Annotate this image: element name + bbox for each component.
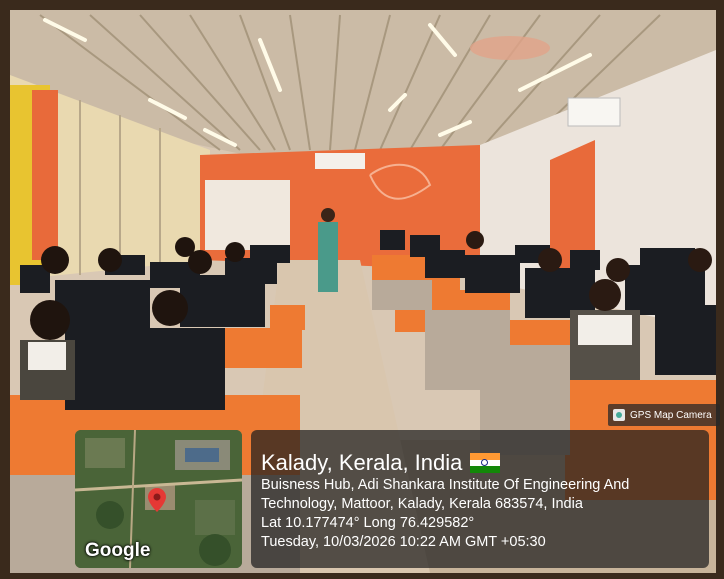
ac-unit xyxy=(315,153,365,169)
geotag-overlay: Google Kalady, Kerala, India Buisness Hu… xyxy=(75,430,711,570)
city-line: Kalady, Kerala, India xyxy=(261,450,463,475)
address-line-1: Buisness Hub, Adi Shankara Institute Of … xyxy=(261,477,630,493)
india-flag-icon xyxy=(470,453,501,473)
address-line-2: Technology, Mattoor, Kalady, Kerala 6835… xyxy=(261,496,583,512)
photo-frame: GPS Map Camera Google Kalady, Kerala, In… xyxy=(0,0,724,579)
location-info-panel: Kalady, Kerala, India Buisness Hub, Adi … xyxy=(251,430,709,568)
gps-map-camera-badge: GPS Map Camera xyxy=(608,404,720,426)
ac-unit-right xyxy=(567,97,621,127)
map-pin-icon xyxy=(148,488,166,512)
satellite-map-thumbnail: Google xyxy=(75,430,242,568)
gps-camera-label: GPS Map Camera xyxy=(630,409,712,421)
gps-camera-icon xyxy=(613,409,625,421)
coordinates: Lat 10.177474° Long 76.429582° xyxy=(261,515,475,531)
datetime: Tuesday, 10/03/2026 10:22 AM GMT +05:30 xyxy=(261,534,546,550)
google-logo: Google xyxy=(85,540,151,561)
teacher xyxy=(318,222,338,292)
